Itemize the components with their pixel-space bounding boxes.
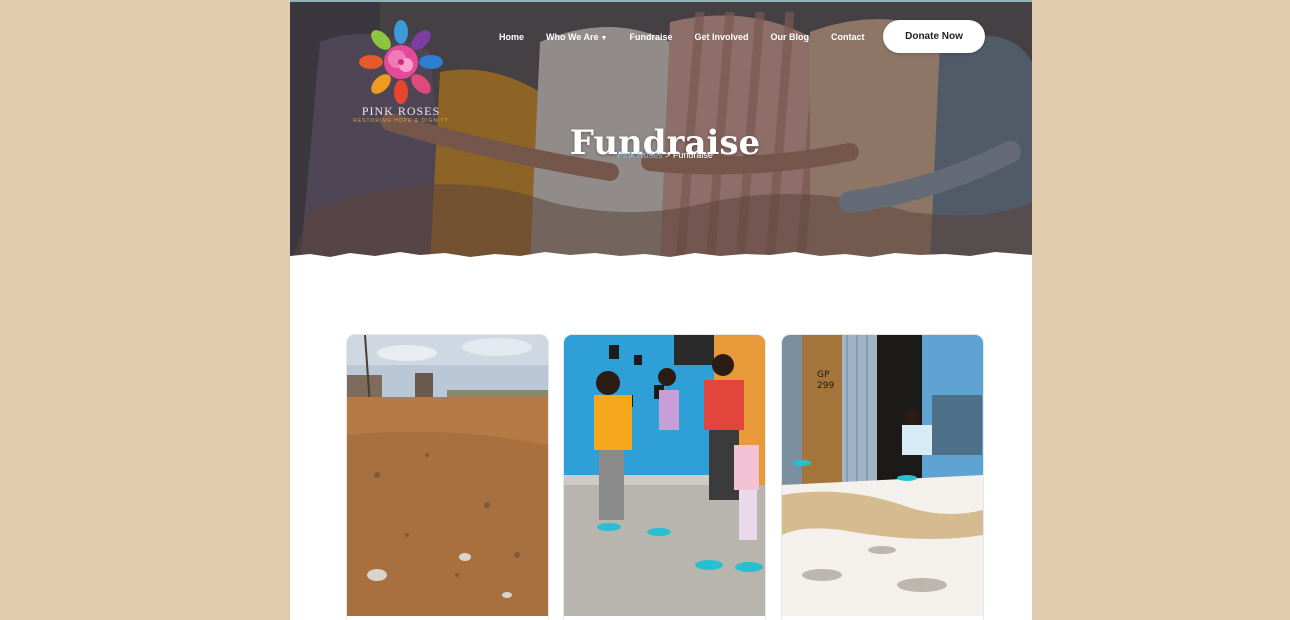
nav-get-involved[interactable]: Get Involved [694,32,748,42]
fundraiser-card[interactable] [564,335,765,620]
breadcrumb-home-link[interactable]: Pink Roses [617,150,663,160]
donate-now-button[interactable]: Donate Now [883,20,985,53]
chevron-down-icon: ▼ [600,35,608,42]
breadcrumb-separator: > [665,150,671,160]
nav-our-blog[interactable]: Our Blog [771,32,810,42]
card-footer [347,616,548,620]
page-content: PINK ROSES RESTORING HOPE & DIGNITY Home… [290,0,1032,620]
children-playing-image [564,335,765,616]
torn-paper-edge [290,252,1032,262]
dusty-field-image [347,335,548,616]
pink-roses-logo[interactable]: PINK ROSES RESTORING HOPE & DIGNITY [350,16,452,128]
fundraiser-card[interactable] [347,335,548,620]
hero-banner: PINK ROSES RESTORING HOPE & DIGNITY Home… [290,0,1032,262]
nav-contact[interactable]: Contact [831,32,865,42]
fundraiser-cards: GP 299 [347,335,987,620]
nav-fundraise[interactable]: Fundraise [629,32,672,42]
nav-who-we-are-label: Who We Are [546,32,599,42]
nav-who-we-are[interactable]: Who We Are ▼ [546,32,607,42]
card-footer [782,616,983,620]
shack-doorway-image: GP 299 [782,335,983,616]
main-navigation: Home Who We Are ▼ Fundraise Get Involved … [499,31,887,43]
card-footer [564,616,765,620]
nav-home[interactable]: Home [499,32,524,42]
svg-text:299: 299 [817,381,834,391]
fundraiser-card[interactable]: GP 299 [782,335,983,620]
breadcrumb-current: Fundraise [672,150,713,160]
rose-emblem-icon [359,20,443,104]
brand-name: PINK ROSES [361,104,441,118]
breadcrumb: Pink Roses > Fundraise [290,150,1032,160]
svg-text:GP: GP [817,370,830,380]
